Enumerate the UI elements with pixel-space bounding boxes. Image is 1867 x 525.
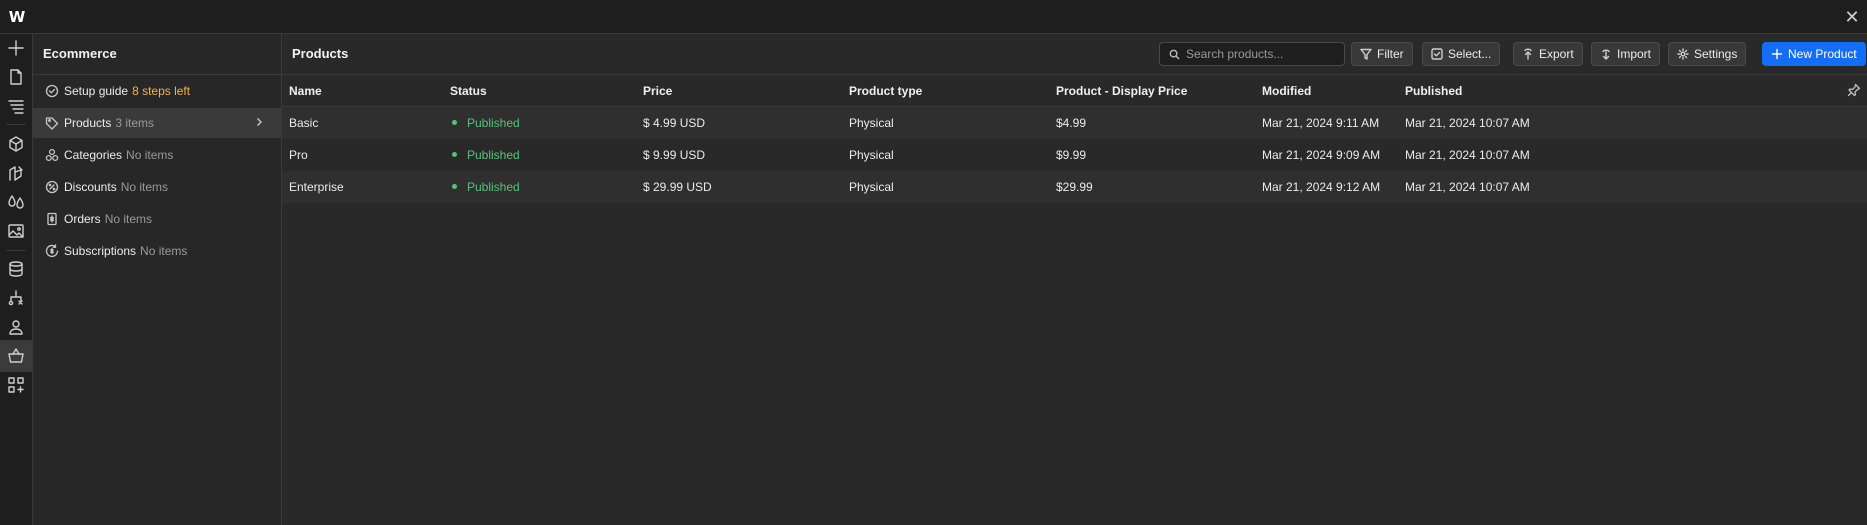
- cell-price: $ 4.99 USD: [643, 116, 706, 130]
- column-header-price[interactable]: Price: [643, 84, 672, 98]
- logic-icon[interactable]: [0, 282, 32, 314]
- sidebar-item-label: Categories: [64, 148, 123, 162]
- sidebar-item-subscriptions[interactable]: Subscriptions No items: [33, 236, 281, 266]
- cell-price: $ 9.99 USD: [643, 148, 706, 162]
- status-badge: Published: [452, 180, 520, 194]
- cell-product-type: Physical: [849, 180, 894, 194]
- cell-modified: Mar 21, 2024 9:09 AM: [1262, 148, 1381, 162]
- sidebar-item-count: No items: [126, 148, 174, 162]
- table-row[interactable]: Basic Published $ 4.99 USD Physical $4.9…: [282, 107, 1867, 139]
- cell-published: Mar 21, 2024 10:07 AM: [1405, 148, 1530, 162]
- sidebar-item-count: 8 steps left: [132, 84, 191, 98]
- cell-published: Mar 21, 2024 10:07 AM: [1405, 116, 1530, 130]
- pin-icon[interactable]: [1847, 83, 1861, 97]
- column-header-status[interactable]: Status: [450, 84, 487, 98]
- status-badge: Published: [452, 116, 520, 130]
- table-row[interactable]: Enterprise Published $ 29.99 USD Physica…: [282, 171, 1867, 203]
- sidebar-item-label: Discounts: [64, 180, 117, 194]
- cell-display-price: $29.99: [1056, 180, 1093, 194]
- sidebar-item-categories[interactable]: Categories No items: [33, 140, 281, 170]
- ecommerce-panel: Ecommerce Setup guide 8 steps left Produ…: [33, 34, 282, 525]
- users-icon[interactable]: [0, 311, 32, 343]
- cell-name: Pro: [289, 148, 308, 162]
- subscription-icon: [45, 244, 59, 258]
- status-badge: Published: [452, 148, 520, 162]
- check-circle-icon: [45, 84, 59, 98]
- sidebar-item-label: Products: [64, 116, 112, 130]
- checkbox-icon: [1431, 48, 1443, 60]
- column-header-published[interactable]: Published: [1405, 84, 1462, 98]
- cell-published: Mar 21, 2024 10:07 AM: [1405, 180, 1530, 194]
- cms-icon[interactable]: [0, 253, 32, 285]
- variables-icon[interactable]: [0, 186, 32, 218]
- column-header-name[interactable]: Name: [289, 84, 322, 98]
- search-icon: [1169, 49, 1180, 60]
- navigator-icon[interactable]: [0, 90, 32, 122]
- chevron-right-icon: [253, 116, 265, 128]
- gear-icon: [1677, 48, 1689, 60]
- pages-icon[interactable]: [0, 61, 32, 93]
- sidebar-item-label: Orders: [64, 212, 101, 226]
- column-header-modified[interactable]: Modified: [1262, 84, 1311, 98]
- sidebar-item-discounts[interactable]: Discounts No items: [33, 172, 281, 202]
- select-button[interactable]: Select...: [1422, 42, 1501, 66]
- import-button[interactable]: Import: [1591, 42, 1661, 66]
- receipt-icon: [45, 212, 59, 226]
- search-box[interactable]: [1159, 42, 1345, 66]
- sidebar-item-setup-guide[interactable]: Setup guide 8 steps left: [33, 76, 281, 106]
- column-header-product-type[interactable]: Product type: [849, 84, 922, 98]
- new-product-button[interactable]: New Product: [1762, 42, 1866, 66]
- settings-button[interactable]: Settings: [1668, 42, 1747, 66]
- import-icon: [1602, 49, 1610, 60]
- cell-display-price: $4.99: [1056, 116, 1087, 130]
- cell-name: Enterprise: [289, 180, 344, 194]
- components-icon[interactable]: [0, 128, 32, 160]
- style-selectors-icon[interactable]: [0, 157, 32, 189]
- table-header: Name Status Price Product type Product -…: [282, 75, 1867, 107]
- plus-icon: [1771, 48, 1783, 60]
- sidebar-item-products[interactable]: Products 3 items: [33, 108, 281, 138]
- cell-price: $ 29.99 USD: [643, 180, 712, 194]
- assets-icon[interactable]: [0, 215, 32, 247]
- categories-icon: [45, 148, 59, 162]
- column-header-display-price[interactable]: Product - Display Price: [1056, 84, 1187, 98]
- cell-display-price: $9.99: [1056, 148, 1087, 162]
- discount-icon: [45, 180, 59, 194]
- close-icon[interactable]: ✕: [1841, 6, 1863, 28]
- cell-product-type: Physical: [849, 148, 894, 162]
- cell-product-type: Physical: [849, 116, 894, 130]
- apps-icon[interactable]: [0, 369, 32, 401]
- search-input[interactable]: [1186, 47, 1336, 61]
- left-toolbar: [0, 34, 33, 525]
- cell-modified: Mar 21, 2024 9:12 AM: [1262, 180, 1381, 194]
- cell-name: Basic: [289, 116, 319, 130]
- sidebar-item-count: 3 items: [115, 116, 155, 130]
- sidebar-item-orders[interactable]: Orders No items: [33, 204, 281, 234]
- sidebar-item-label: Setup guide: [64, 84, 129, 98]
- filter-icon: [1360, 48, 1372, 60]
- tag-icon: [45, 116, 59, 130]
- webflow-logo[interactable]: W: [0, 0, 33, 33]
- page-title: Products: [292, 46, 349, 61]
- sidebar-item-label: Subscriptions: [64, 244, 137, 258]
- top-bar: W ✕: [0, 0, 1867, 34]
- add-icon[interactable]: [0, 32, 32, 64]
- export-icon: [1524, 48, 1532, 60]
- products-view: Products Filter Select... Export Import …: [282, 34, 1867, 525]
- sidebar-item-count: No items: [104, 212, 153, 226]
- cell-modified: Mar 21, 2024 9:11 AM: [1262, 116, 1380, 130]
- table-row[interactable]: Pro Published $ 9.99 USD Physical $9.99 …: [282, 139, 1867, 171]
- panel-title: Ecommerce: [43, 46, 117, 61]
- sidebar-item-count: No items: [120, 180, 169, 194]
- sidebar-item-count: No items: [140, 244, 188, 258]
- filter-button[interactable]: Filter: [1351, 42, 1413, 66]
- ecommerce-icon[interactable]: [0, 340, 32, 372]
- export-button[interactable]: Export: [1513, 42, 1583, 66]
